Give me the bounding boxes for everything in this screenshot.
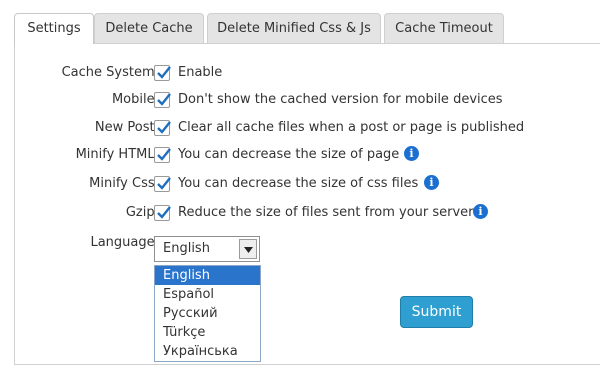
setting-description: You can decrease the size of page (178, 147, 400, 162)
setting-row-gzip: Gzip: Reduce the size of files sent from… (15, 203, 600, 225)
settings-panel: Cache System: Enable Mobile: Don't show … (14, 43, 600, 365)
info-icon[interactable]: i (424, 175, 439, 190)
setting-label: Mobile: (111, 92, 159, 107)
language-dropdown-list: English Español Русский Türkçe Українськ… (154, 265, 261, 362)
tab-delete-minified[interactable]: Delete Minified Css & Js (207, 13, 381, 43)
setting-label: Minify Css: (89, 176, 159, 191)
gzip-checkbox[interactable] (154, 205, 171, 221)
submit-button[interactable]: Submit (400, 296, 473, 328)
mobile-checkbox[interactable] (154, 92, 171, 108)
cache-system-checkbox[interactable] (154, 65, 171, 81)
setting-label: New Post: (94, 120, 159, 135)
language-option-english[interactable]: English (155, 266, 260, 285)
setting-description: Clear all cache files when a post or pag… (178, 120, 525, 135)
setting-description: Reduce the size of files sent from your … (178, 205, 474, 220)
language-option-espanol[interactable]: Español (155, 285, 260, 304)
setting-row-new-post: New Post: Clear all cache files when a p… (15, 118, 600, 140)
info-icon[interactable]: i (404, 146, 419, 161)
minify-html-checkbox[interactable] (154, 147, 171, 163)
dropdown-arrow[interactable] (239, 239, 257, 259)
language-option-turkish[interactable]: Türkçe (155, 323, 260, 342)
new-post-checkbox[interactable] (154, 120, 171, 136)
language-selected-value: English (163, 241, 210, 256)
setting-row-minify-css: Minify Css: You can decrease the size of… (15, 174, 600, 196)
info-icon[interactable]: i (473, 204, 488, 219)
setting-row-mobile: Mobile: Don't show the cached version fo… (15, 90, 600, 112)
language-select[interactable]: English (154, 236, 260, 262)
setting-description: Enable (178, 65, 223, 80)
setting-label: Minify HTML: (75, 147, 159, 162)
tab-delete-cache[interactable]: Delete Cache (94, 13, 204, 43)
language-label: Language: (90, 235, 159, 250)
tab-cache-timeout[interactable]: Cache Timeout (384, 13, 504, 43)
setting-row-language: Language: (15, 233, 600, 255)
chevron-down-icon (244, 247, 253, 253)
language-option-russian[interactable]: Русский (155, 304, 260, 323)
setting-row-cache-system: Cache System: Enable (15, 63, 600, 85)
setting-description: You can decrease the size of css files (178, 176, 419, 191)
language-option-ukrainian[interactable]: Українська (155, 342, 260, 361)
setting-description: Don't show the cached version for mobile… (178, 92, 503, 107)
setting-row-minify-html: Minify HTML: You can decrease the size o… (15, 145, 600, 167)
minify-css-checkbox[interactable] (154, 176, 171, 192)
setting-label: Cache System: (61, 65, 159, 80)
tab-settings[interactable]: Settings (14, 13, 94, 44)
